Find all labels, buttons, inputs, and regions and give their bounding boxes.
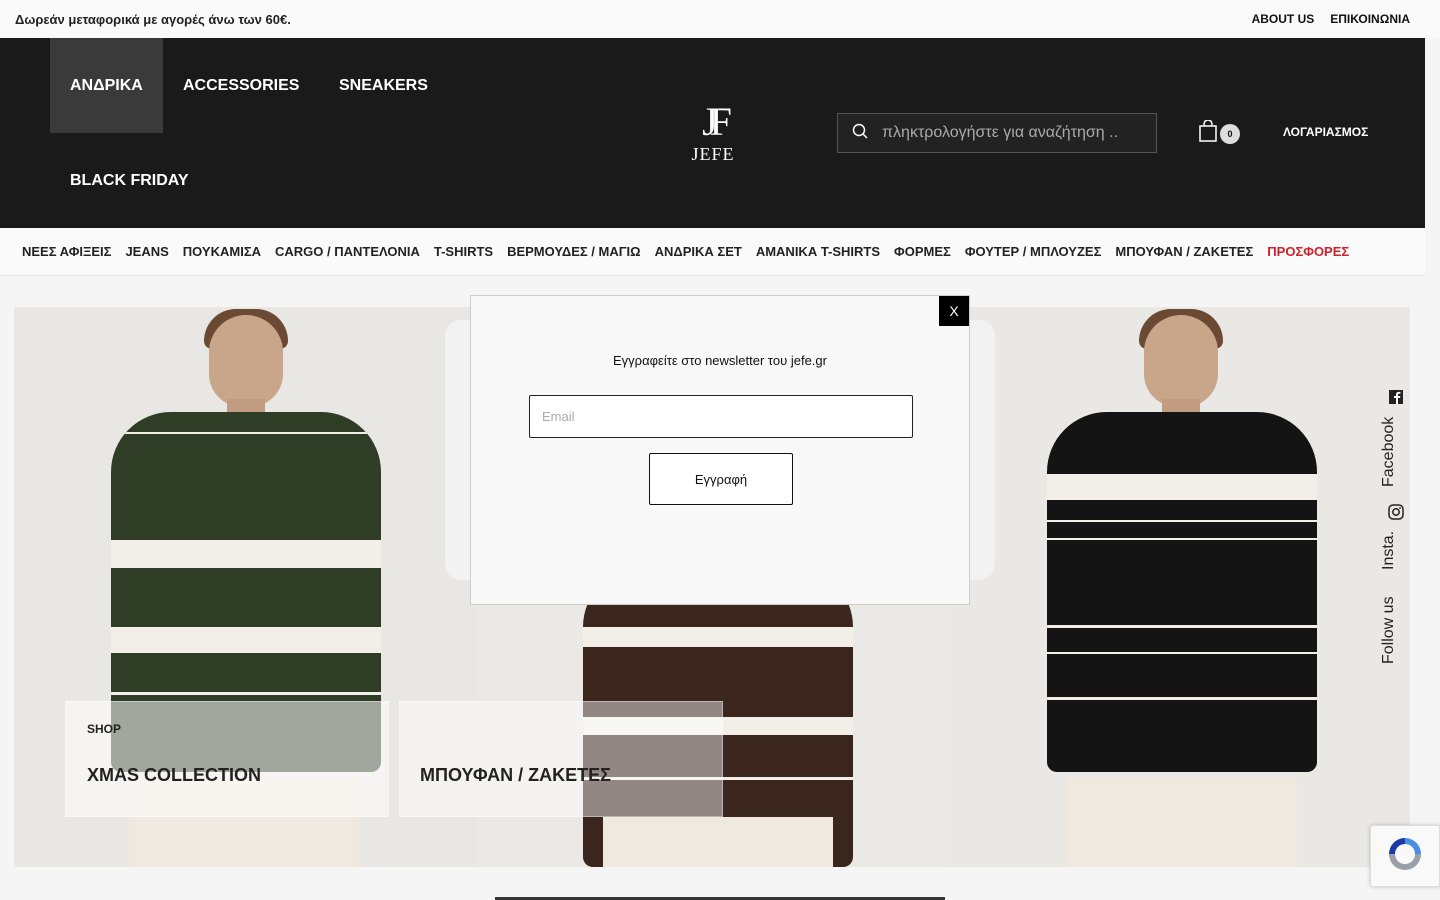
subscribe-button[interactable]: Εγγραφή xyxy=(649,453,793,505)
recaptcha-badge[interactable] xyxy=(1370,825,1440,887)
email-field[interactable] xyxy=(529,395,913,438)
newsletter-modal: X Εγγραφείτε στο newsletter του jefe.gr … xyxy=(470,295,970,605)
newsletter-title: Εγγραφείτε στο newsletter του jefe.gr xyxy=(613,353,827,368)
recaptcha-icon xyxy=(1385,834,1425,879)
close-button[interactable]: X xyxy=(939,296,969,326)
